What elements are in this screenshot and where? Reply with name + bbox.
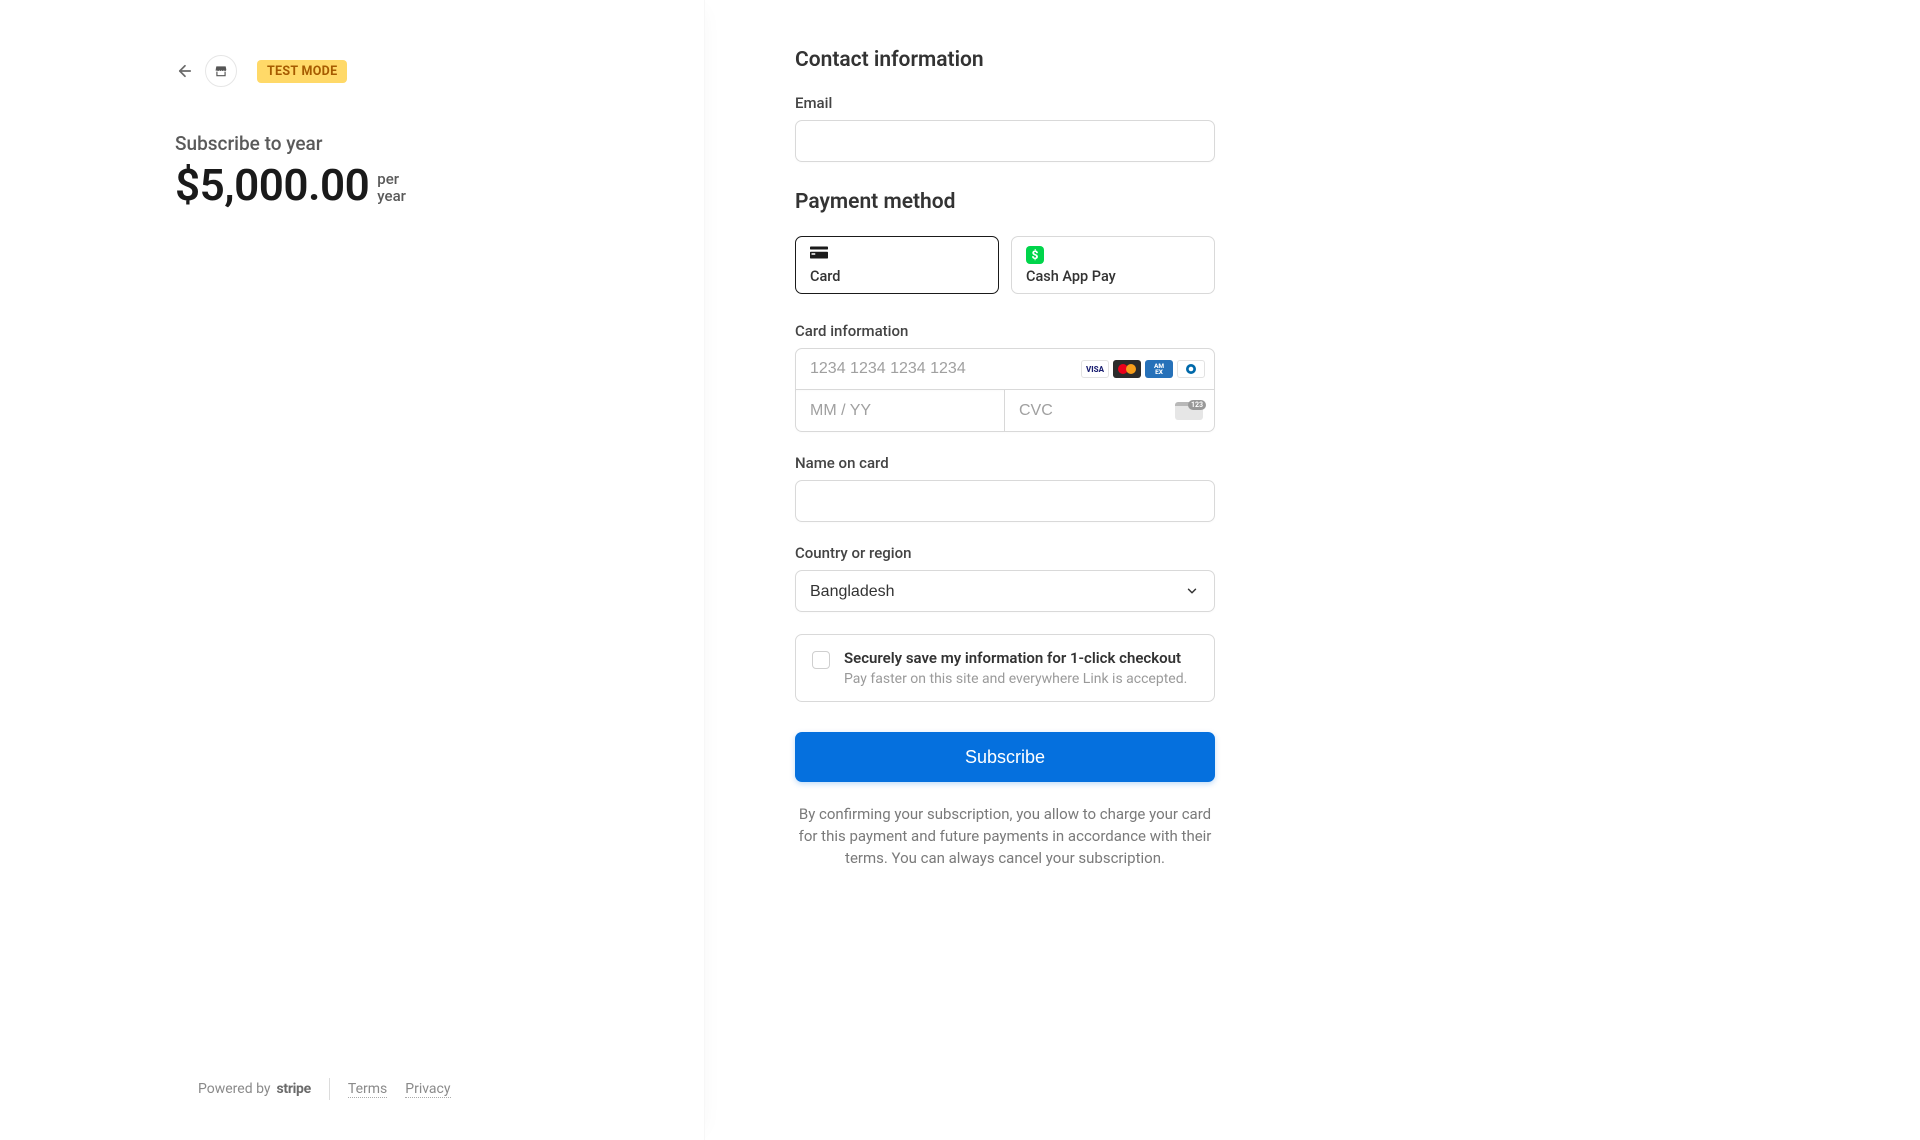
test-mode-badge: TEST MODE bbox=[257, 60, 347, 83]
email-label: Email bbox=[795, 94, 1215, 112]
name-on-card-field[interactable] bbox=[795, 480, 1215, 522]
terms-link[interactable]: Terms bbox=[348, 1081, 387, 1098]
disclaimer-text: By confirming your subscription, you all… bbox=[795, 804, 1215, 869]
powered-by-text: Powered by bbox=[198, 1081, 271, 1097]
payment-heading: Payment method bbox=[795, 190, 1215, 214]
stripe-logo: stripe bbox=[277, 1081, 311, 1097]
footer-divider bbox=[329, 1078, 330, 1100]
payment-method-card[interactable]: Card bbox=[795, 236, 999, 294]
country-select[interactable]: Bangladesh bbox=[795, 570, 1215, 612]
visa-icon: VISA bbox=[1081, 360, 1109, 378]
payment-method-card-label: Card bbox=[810, 268, 984, 285]
amex-icon: AM EX bbox=[1145, 360, 1173, 378]
card-brand-icons: VISA AM EX bbox=[1081, 360, 1205, 378]
diners-icon bbox=[1177, 360, 1205, 378]
price-frequency: per year bbox=[377, 165, 406, 206]
subscribe-title: Subscribe to year bbox=[175, 132, 704, 155]
checkout-form-panel: Contact information Email Payment method… bbox=[705, 0, 1920, 1140]
save-info-title: Securely save my information for 1-click… bbox=[844, 649, 1187, 667]
powered-by: Powered by stripe bbox=[198, 1081, 311, 1097]
freq-line2: year bbox=[377, 188, 406, 205]
card-icon bbox=[810, 246, 828, 259]
summary-header: TEST MODE bbox=[175, 55, 704, 87]
card-expiry-field[interactable] bbox=[795, 390, 1005, 432]
payment-method-cashapp[interactable]: $ Cash App Pay bbox=[1011, 236, 1215, 294]
freq-line1: per bbox=[377, 171, 406, 188]
contact-heading: Contact information bbox=[795, 48, 1215, 72]
back-button[interactable] bbox=[175, 61, 195, 81]
merchant-avatar bbox=[205, 55, 237, 87]
country-label: Country or region bbox=[795, 544, 1215, 562]
email-field[interactable] bbox=[795, 120, 1215, 162]
payment-method-cashapp-label: Cash App Pay bbox=[1026, 268, 1200, 285]
name-on-card-label: Name on card bbox=[795, 454, 1215, 472]
mastercard-icon bbox=[1113, 360, 1141, 378]
storefront-icon bbox=[214, 64, 228, 78]
cvc-hint-icon bbox=[1175, 402, 1203, 420]
cashapp-icon: $ bbox=[1026, 246, 1044, 264]
card-info-label: Card information bbox=[795, 322, 1215, 340]
summary-panel: TEST MODE Subscribe to year $5,000.00 pe… bbox=[0, 0, 705, 1140]
arrow-left-icon bbox=[176, 62, 194, 80]
subscribe-button[interactable]: Subscribe bbox=[795, 732, 1215, 782]
save-info-box: Securely save my information for 1-click… bbox=[795, 634, 1215, 702]
privacy-link[interactable]: Privacy bbox=[405, 1081, 450, 1098]
left-footer: Powered by stripe Terms Privacy bbox=[198, 1078, 451, 1100]
save-info-checkbox[interactable] bbox=[812, 651, 830, 669]
price-row: $5,000.00 per year bbox=[175, 159, 704, 211]
save-info-subtitle: Pay faster on this site and everywhere L… bbox=[844, 671, 1187, 687]
price-amount: $5,000.00 bbox=[175, 159, 369, 211]
